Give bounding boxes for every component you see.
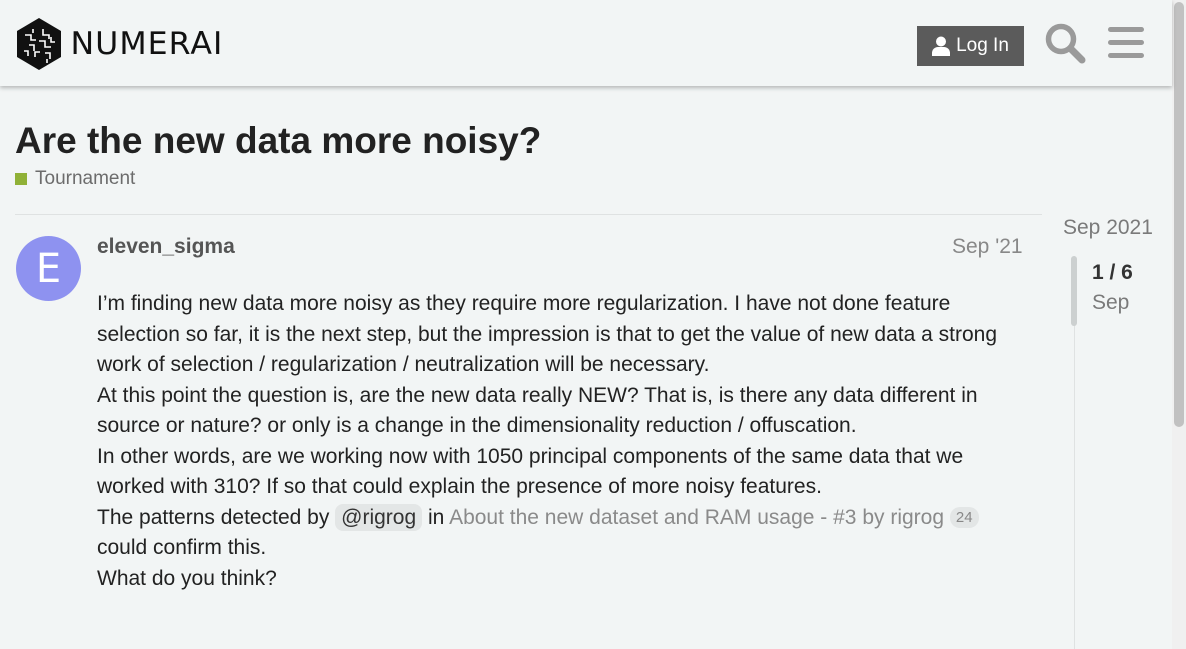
login-button[interactable]: Log In (917, 26, 1024, 66)
category-badge[interactable]: Tournament (15, 168, 135, 190)
post-paragraph: What do you think? (97, 566, 277, 590)
post-date[interactable]: Sep '21 (952, 235, 1023, 259)
pattern-prefix: The patterns detected by (97, 505, 330, 529)
post-paragraph: I’m finding new data more noisy as they … (97, 292, 998, 376)
topic-divider (15, 214, 1042, 215)
avatar[interactable]: E (16, 236, 81, 301)
logo-text: NUMERAI (70, 26, 224, 62)
post-paragraph: At this point the question is, are the n… (97, 383, 978, 438)
timeline-position: 1 / 6 (1092, 261, 1133, 284)
numerai-logo[interactable]: NUMERAI (15, 17, 222, 71)
timeline-handle[interactable] (1071, 256, 1077, 326)
post-body: I’m finding new data more noisy as they … (97, 289, 1032, 594)
scrollbar-thumb[interactable] (1174, 2, 1184, 427)
pattern-in-word: in (428, 505, 445, 529)
login-label: Log In (956, 35, 1009, 56)
timeline-start-date[interactable]: Sep 2021 (1063, 216, 1153, 240)
category-label: Tournament (35, 168, 136, 189)
link-click-count: 24 (949, 506, 979, 528)
user-mention[interactable]: @rigrog (335, 503, 423, 531)
post-paragraph: In other words, are we working now with … (97, 444, 964, 499)
topic-title[interactable]: Are the new data more noisy? (15, 120, 541, 162)
timeline-current-date: Sep (1092, 291, 1130, 314)
hamburger-menu-icon[interactable] (1108, 27, 1144, 59)
pattern-suffix: could confirm this. (97, 536, 267, 559)
post-paragraph-patterns: The patterns detected by @rigrog in Abou… (97, 503, 1032, 564)
post-username[interactable]: eleven_sigma (97, 235, 235, 259)
search-icon[interactable] (1044, 22, 1086, 64)
topic-link[interactable]: About the new dataset and RAM usage - #3… (449, 506, 944, 529)
user-icon (932, 36, 951, 56)
category-color-swatch (15, 173, 27, 185)
site-header: NUMERAI Log In (0, 0, 1172, 86)
numerai-logo-icon (17, 18, 61, 70)
